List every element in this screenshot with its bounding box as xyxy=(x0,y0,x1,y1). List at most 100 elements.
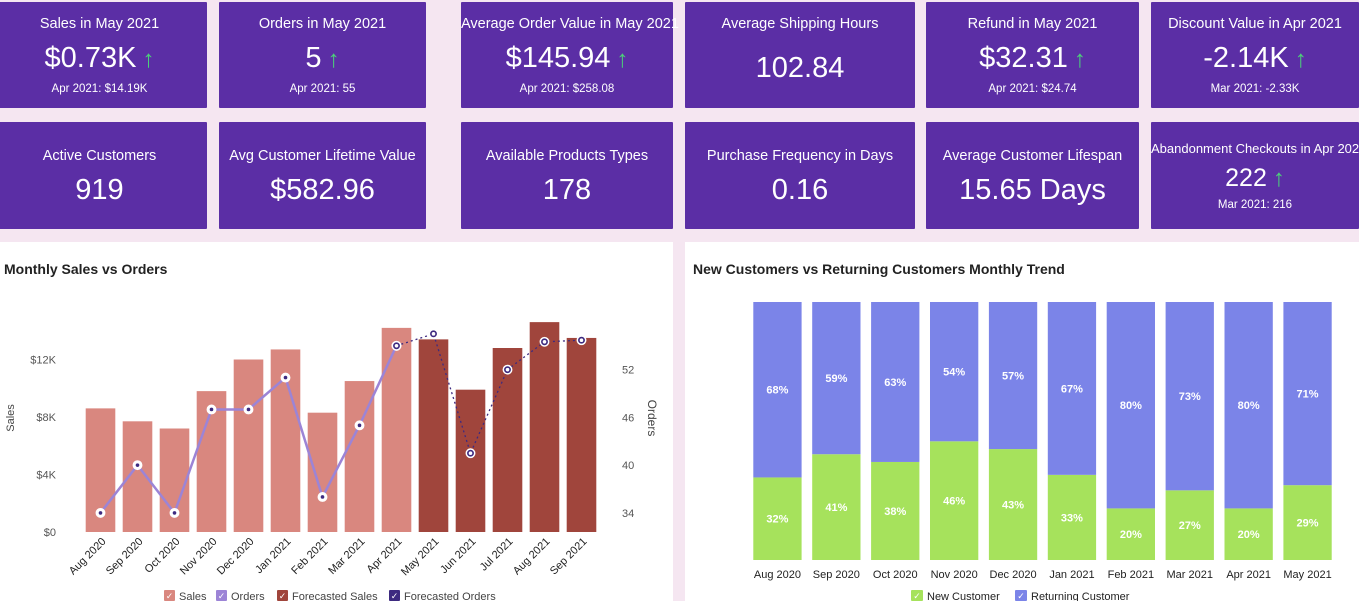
forecast-orders-point-center xyxy=(431,332,436,336)
forecast-sales-bar xyxy=(492,348,523,532)
y-tick-label: $12K xyxy=(30,355,56,367)
new-customer-value-label: 29% xyxy=(1297,518,1319,530)
orders-point-center xyxy=(283,375,288,380)
returning-customer-value-label: 68% xyxy=(766,385,788,397)
x-tick-label: Sep 2020 xyxy=(813,569,860,581)
legend-label: Forecasted Sales xyxy=(292,591,378,601)
forecast-orders-point-center xyxy=(505,367,510,372)
check-icon: ✓ xyxy=(1017,591,1025,601)
legend-label: Sales xyxy=(179,591,207,601)
orders-point-center xyxy=(246,407,251,412)
kpi-card: Avg Customer Lifetime Value $582.96 xyxy=(219,122,426,229)
kpi-value-text: $0.73K xyxy=(44,42,137,74)
new-customer-value-label: 46% xyxy=(943,496,965,508)
sales-orders-chart: $0$4K$8K$12K34404652Sales OrdersAug 2020S… xyxy=(5,322,659,601)
kpi-card: Available Products Types 178 xyxy=(461,122,673,229)
returning-customer-value-label: 67% xyxy=(1061,383,1083,395)
sales-bar xyxy=(233,359,264,532)
kpi-card: Average Shipping Hours 102.84 xyxy=(685,2,915,108)
new-customer-value-label: 43% xyxy=(1002,500,1024,512)
kpi-value-text: $582.96 xyxy=(270,174,375,206)
x-tick-label: Aug 2021 xyxy=(511,536,553,578)
x-tick-label: Feb 2021 xyxy=(1108,569,1154,581)
y2-tick-label: 34 xyxy=(622,508,634,520)
kpi-value: $0.73K ↑ xyxy=(0,42,207,75)
y2-tick-label: 46 xyxy=(622,412,634,424)
y-tick-label: $0 xyxy=(44,527,56,539)
check-icon: ✓ xyxy=(391,591,399,601)
sales-orders-panel: Monthly Sales vs Orders $0 $4K $8K $12K 34 40… xyxy=(0,242,673,601)
new-customer-value-label: 32% xyxy=(766,514,788,526)
kpi-comparison: Apr 2021: 55 xyxy=(289,83,356,95)
x-tick-label: Sep 2021 xyxy=(548,536,590,578)
kpi-value: 0.16 xyxy=(685,174,915,207)
kpi-title: Purchase Frequency in Days xyxy=(706,148,894,164)
orders-point-center xyxy=(320,495,325,499)
x-tick-label: Nov 2020 xyxy=(178,536,220,578)
new-customer-value-label: 20% xyxy=(1238,529,1260,541)
forecast-sales-bar xyxy=(418,339,449,532)
x-tick-label: May 2021 xyxy=(1283,569,1331,581)
orders-point-center xyxy=(135,463,140,467)
kpi-title: Discount Value in Apr 2021 xyxy=(1168,16,1342,32)
x-tick-label: Jun 2021 xyxy=(438,536,478,576)
x-tick-label: Nov 2020 xyxy=(931,569,978,581)
arrow-up-icon: ↑ xyxy=(1272,165,1285,192)
forecast-orders-point-center xyxy=(579,338,584,343)
kpi-comparison: Apr 2021: $258.08 xyxy=(519,83,615,95)
kpi-comparison: Apr 2021: $24.74 xyxy=(988,83,1077,95)
returning-customer-value-label: 80% xyxy=(1238,400,1260,412)
kpi-value-text: $32.31 xyxy=(979,42,1068,74)
kpi-value-text: 15.65 Days xyxy=(959,174,1106,206)
kpi-value-text: 5 xyxy=(305,42,322,74)
x-tick-label: Aug 2020 xyxy=(754,569,801,581)
y-tick-label: $4K xyxy=(36,470,56,482)
x-tick-label: Mar 2021 xyxy=(326,536,367,577)
x-tick-label: Jul 2021 xyxy=(478,536,516,574)
x-tick-label: Oct 2020 xyxy=(873,569,918,581)
legend-label: New Customer xyxy=(927,591,1000,601)
kpi-value-text: 919 xyxy=(75,174,124,206)
arrow-up-icon: ↑ xyxy=(616,46,629,73)
kpi-card: Active Customers 919 xyxy=(0,122,207,229)
x-tick-label: Oct 2020 xyxy=(143,536,183,576)
y2-tick-label: 40 xyxy=(622,460,634,472)
orders-point-center xyxy=(209,407,214,412)
kpi-value: 15.65 Days xyxy=(926,174,1139,207)
x-tick-label: Dec 2020 xyxy=(215,536,257,578)
kpi-card: Average Order Value in May 2021 $145.94 ↑ A… xyxy=(461,2,679,108)
kpi-title: Average Shipping Hours xyxy=(721,16,879,32)
orders-point-center xyxy=(172,511,177,515)
y-tick-label: $8K xyxy=(36,412,56,424)
kpi-value: 5 ↑ xyxy=(219,42,426,75)
orders-point-center xyxy=(98,511,103,515)
kpi-title: Available Products Types xyxy=(485,148,649,164)
x-tick-label: Jan 2021 xyxy=(1049,569,1094,581)
kpi-title: Sales in May 2021 xyxy=(39,16,160,32)
check-icon: ✓ xyxy=(913,591,921,601)
customers-trend-panel: New Customers vs Returning Customers Mon… xyxy=(685,242,1359,601)
check-icon: ✓ xyxy=(218,591,226,601)
returning-customer-value-label: 80% xyxy=(1120,400,1142,412)
kpi-value: 102.84 xyxy=(685,52,915,85)
kpi-value: -2.14K ↑ xyxy=(1151,42,1359,75)
forecast-sales-bar xyxy=(566,337,597,532)
kpi-value-text: 222 xyxy=(1225,164,1267,192)
kpi-comparison: Apr 2021: $14.19K xyxy=(51,83,148,95)
legend-label: Orders xyxy=(231,591,265,601)
returning-customer-value-label: 54% xyxy=(943,367,965,379)
x-tick-label: Sep 2020 xyxy=(104,536,146,578)
kpi-card: Orders in May 2021 5 ↑ Apr 2021: 55 xyxy=(219,2,426,108)
kpi-value-text: -2.14K xyxy=(1203,42,1289,74)
kpi-value: 178 xyxy=(461,174,673,207)
sales-bar xyxy=(381,327,412,532)
returning-customer-value-label: 63% xyxy=(884,377,906,389)
arrow-up-icon: ↑ xyxy=(142,46,155,73)
kpi-title: Average Customer Lifespan xyxy=(942,148,1123,164)
kpi-value-text: $145.94 xyxy=(505,42,611,74)
x-tick-label: May 2021 xyxy=(399,536,442,579)
kpi-value: $32.31 ↑ xyxy=(926,42,1139,75)
returning-customer-value-label: 59% xyxy=(825,373,847,385)
new-customer-value-label: 33% xyxy=(1061,512,1083,524)
x-tick-label: Dec 2020 xyxy=(990,569,1037,581)
